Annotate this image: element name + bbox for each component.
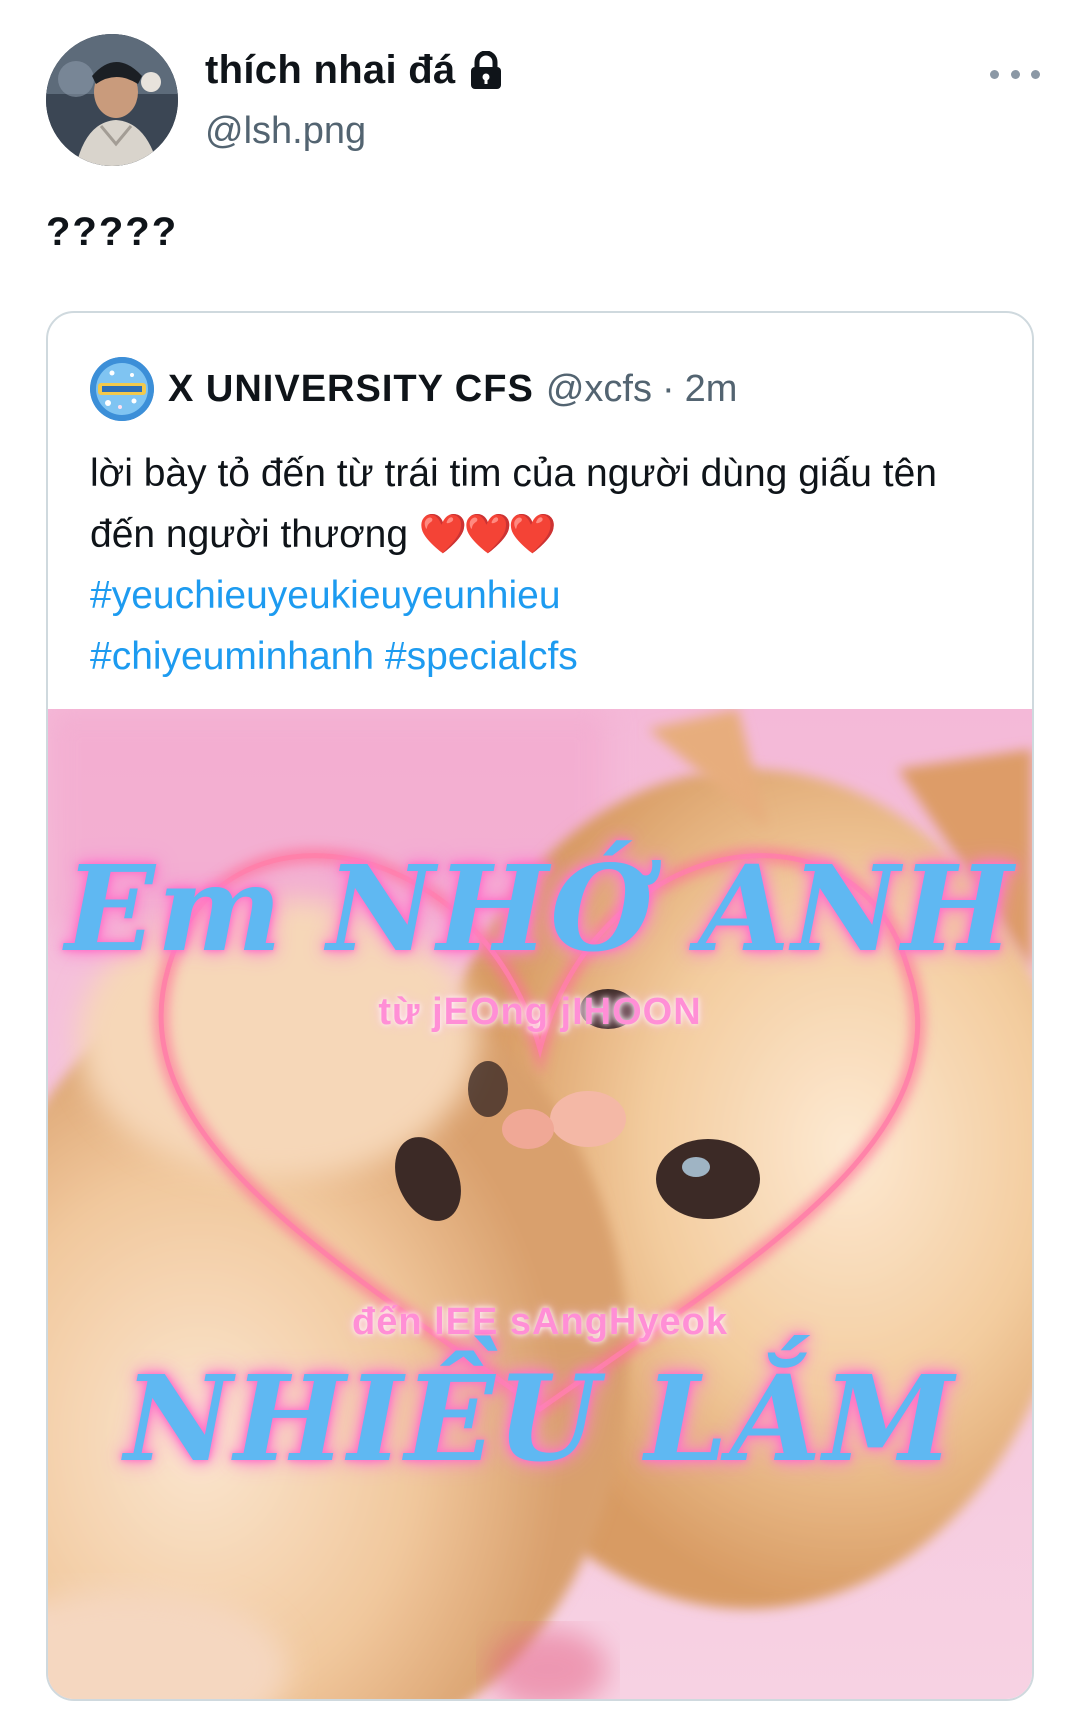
- hashtag-link[interactable]: #chiyeuminhanh: [90, 635, 374, 678]
- more-options-icon[interactable]: [990, 62, 1040, 86]
- quoted-timestamp[interactable]: 2m: [685, 368, 738, 411]
- more-dot: [1010, 69, 1020, 79]
- quoted-tweet-image[interactable]: Em NHỚ ANH từ jEOng jIHOON đến lEE sAngH…: [48, 709, 1032, 1699]
- more-dot: [990, 69, 999, 79]
- hashtag-link[interactable]: #yeuchieuyeukieuyeunhieu: [90, 574, 561, 617]
- quoted-handle[interactable]: @xcfs: [546, 368, 652, 411]
- heart-emoji: ❤️❤️❤️: [418, 513, 557, 556]
- separator-dot: ·: [661, 367, 675, 410]
- quoted-tweet-body: lời bày tỏ đến từ trái tim của người dùn…: [90, 443, 1010, 687]
- image-to-line: đến lEE sAngHyeok: [352, 1301, 728, 1343]
- author-name-text: thích nhai đá: [205, 48, 456, 92]
- quoted-tweet-header: X UNIVERSITY CFS @xcfs · 2m: [90, 357, 737, 421]
- author-handle[interactable]: @lsh.png: [205, 110, 366, 153]
- tweet-text: ?????: [46, 210, 179, 254]
- hashtag-list: #yeuchieuyeukieuyeunhieu #chiyeuminhanh …: [90, 574, 578, 678]
- author-avatar[interactable]: [46, 34, 178, 166]
- quoted-display-name[interactable]: X UNIVERSITY CFS: [168, 368, 534, 411]
- quoted-tweet-card[interactable]: X UNIVERSITY CFS @xcfs · 2m lời bày tỏ đ…: [46, 311, 1034, 1701]
- tweet: thích nhai đá @lsh.png ????? X UNIVERSIT…: [0, 0, 1080, 1731]
- image-headline-top: Em NHỚ ANH: [65, 839, 1015, 978]
- xcfs-avatar-icon: [90, 357, 154, 421]
- author-display-name[interactable]: thích nhai đá: [205, 48, 504, 93]
- image-headline-bottom: NHIỀU LẮM: [124, 1349, 956, 1488]
- lock-icon: [470, 50, 501, 89]
- profile-photo-icon: [46, 34, 178, 166]
- quoted-author-avatar[interactable]: [90, 357, 154, 421]
- image-from-line: từ jEOng jIHOON: [378, 991, 702, 1033]
- more-dot: [1031, 69, 1040, 79]
- hashtag-link[interactable]: #specialcfs: [385, 635, 578, 678]
